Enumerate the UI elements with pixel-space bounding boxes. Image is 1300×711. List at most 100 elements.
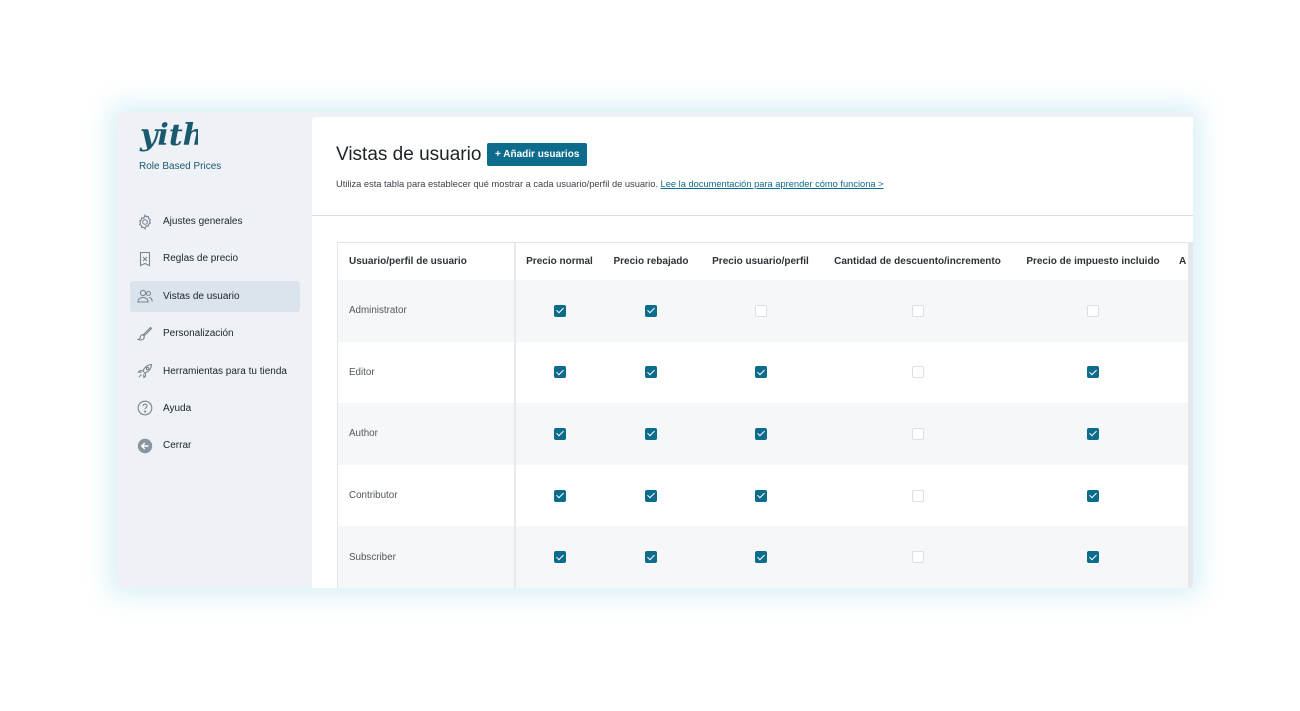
role-name: Subscriber: [338, 526, 516, 588]
empty-cell: [1173, 526, 1188, 588]
page-title: Vistas de usuario: [336, 144, 482, 165]
checkbox[interactable]: [645, 489, 657, 502]
checkbox-cell: [822, 526, 1013, 588]
checkbox[interactable]: [1087, 366, 1099, 379]
checkbox-cell: [1013, 464, 1173, 527]
checkbox-cell: [1013, 403, 1173, 465]
checkbox-cell: [822, 280, 1013, 342]
empty-cell: [1173, 341, 1188, 404]
sidebar-item-label: Vistas de usuario: [163, 290, 240, 302]
column-header-role: Usuario/perfil de usuario: [338, 243, 516, 280]
checkbox-cell: [603, 464, 699, 527]
table-row: Editor: [338, 341, 1188, 404]
divider: [312, 215, 1193, 216]
checkbox-cell: [515, 526, 603, 588]
checkbox-cell: [822, 341, 1013, 404]
checkbox[interactable]: [754, 304, 767, 317]
checkbox[interactable]: [911, 366, 924, 379]
checkbox-cell: [515, 280, 603, 342]
role-name: Administrator: [338, 280, 516, 342]
table-row: Administrator: [338, 280, 1188, 342]
checkbox-cell: [822, 464, 1013, 527]
checkbox-cell: [699, 403, 822, 465]
checkbox[interactable]: [754, 551, 767, 564]
checkbox-cell: [822, 403, 1013, 465]
checkbox-cell: [699, 526, 822, 588]
role-name: Author: [338, 403, 516, 465]
checkbox-cell: [603, 526, 699, 588]
app-window: yith Role Based Prices Ajustes generales: [117, 112, 1193, 588]
sidebar-item-personalizacion[interactable]: Personalización: [130, 318, 300, 349]
checkbox[interactable]: [911, 489, 924, 502]
checkbox-cell: [603, 403, 699, 465]
checkbox[interactable]: [1087, 304, 1099, 317]
sidebar-item-ayuda[interactable]: Ayuda: [130, 393, 300, 424]
column-header-tax-included-price: Precio de impuesto incluido: [1013, 243, 1173, 280]
checkbox-cell: [603, 280, 699, 342]
empty-cell: [1173, 280, 1188, 342]
checkbox-cell: [515, 403, 603, 465]
checkbox-cell: [699, 464, 822, 527]
sidebar-item-herramientas[interactable]: Herramientas para tu tienda: [130, 356, 300, 387]
horizontal-scroll-edge[interactable]: [1188, 242, 1193, 588]
sidebar-item-label: Reglas de precio: [163, 253, 239, 265]
empty-cell: [1173, 403, 1188, 465]
column-header-sale-price: Precio rebajado: [603, 243, 699, 280]
users-icon: [137, 288, 153, 304]
sidebar-item-cerrar[interactable]: Cerrar: [130, 430, 300, 461]
column-header-regular-price: Precio normal: [515, 243, 603, 280]
sidebar-item-vistas-de-usuario[interactable]: Vistas de usuario: [130, 280, 300, 312]
checkbox[interactable]: [645, 551, 657, 564]
empty-cell: [1173, 464, 1188, 527]
column-header-truncated: A: [1173, 243, 1188, 280]
checkbox-cell: [699, 341, 822, 404]
checkbox[interactable]: [754, 366, 767, 379]
checkbox-cell: [1013, 280, 1173, 342]
checkbox[interactable]: [1087, 551, 1099, 564]
checkbox[interactable]: [1087, 489, 1099, 502]
checkbox[interactable]: [553, 489, 566, 502]
sidebar-nav: Ajustes generales Reglas de precio Vista…: [130, 206, 300, 468]
user-views-table: Usuario/perfil de usuario Precio normal …: [337, 242, 1188, 588]
checkbox[interactable]: [553, 366, 566, 379]
checkbox[interactable]: [553, 427, 566, 440]
column-header-discount-amount: Cantidad de descuento/incremento: [822, 243, 1013, 280]
documentation-link[interactable]: Lee la documentación para aprender cómo …: [661, 179, 884, 189]
main-panel: Vistas de usuario + Añadir usuarios Util…: [312, 117, 1193, 588]
checkbox[interactable]: [911, 304, 924, 317]
checkbox[interactable]: [1087, 427, 1099, 440]
brush-icon: [137, 326, 153, 342]
checkbox-cell: [699, 280, 822, 342]
checkbox[interactable]: [911, 427, 924, 440]
sidebar: yith Role Based Prices Ajustes generales: [117, 112, 312, 588]
yith-logo: yith: [139, 118, 198, 153]
table-row: Contributor: [338, 464, 1188, 527]
sidebar-item-label: Herramientas para tu tienda: [163, 365, 287, 377]
plugin-name: Role Based Prices: [139, 161, 222, 172]
checkbox[interactable]: [553, 551, 566, 564]
rocket-icon: [137, 363, 153, 379]
role-name: Editor: [338, 341, 516, 404]
sidebar-item-label: Ayuda: [163, 402, 192, 414]
checkbox[interactable]: [645, 427, 657, 440]
arrow-left-circle-icon: [137, 438, 153, 454]
checkbox-cell: [515, 464, 603, 527]
checkbox[interactable]: [754, 489, 767, 502]
column-header-role-price: Precio usuario/perfil: [699, 243, 822, 280]
sidebar-item-label: Personalización: [163, 328, 234, 340]
checkbox-cell: [1013, 526, 1173, 588]
sidebar-item-ajustes-generales[interactable]: Ajustes generales: [130, 206, 300, 237]
checkbox[interactable]: [645, 366, 657, 379]
checkbox[interactable]: [553, 304, 566, 317]
checkbox[interactable]: [754, 427, 767, 440]
checkbox-cell: [1013, 341, 1173, 404]
table-header-row: Usuario/perfil de usuario Precio normal …: [338, 243, 1188, 280]
gear-icon: [137, 213, 153, 230]
checkbox-cell: [603, 341, 699, 404]
checkbox[interactable]: [911, 551, 924, 564]
page-description: Utiliza esta tabla para establecer qué m…: [336, 179, 884, 189]
add-users-button[interactable]: + Añadir usuarios: [487, 143, 588, 166]
checkbox[interactable]: [645, 304, 657, 317]
sidebar-item-reglas-de-precio[interactable]: Reglas de precio: [130, 243, 300, 274]
sidebar-item-label: Ajustes generales: [163, 216, 243, 227]
